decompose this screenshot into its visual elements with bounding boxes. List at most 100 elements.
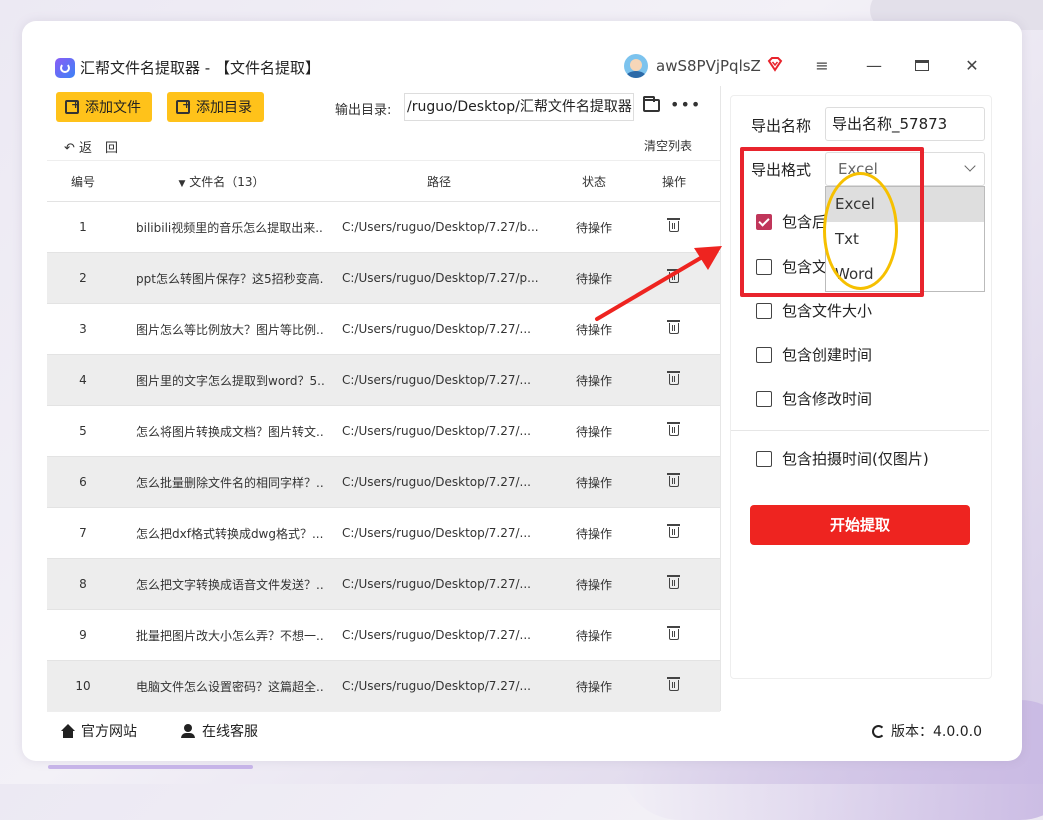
header-filename[interactable]: ▼ 文件名（13） bbox=[119, 173, 324, 190]
row-delete-cell bbox=[634, 575, 714, 591]
row-status: 待操作 bbox=[575, 679, 612, 694]
table-row[interactable]: 5 怎么将图片转换成文档？图片转文... C:/Users/ruguo/Deskto… bbox=[47, 405, 720, 456]
back-arrow-icon: ↶ bbox=[64, 141, 75, 156]
output-dir-field[interactable]: /ruguo/Desktop/汇帮文件名提取器 bbox=[404, 93, 634, 121]
row-path: C:/Users/ruguo/Desktop/7.27/... bbox=[342, 424, 531, 438]
trash-icon[interactable] bbox=[667, 524, 680, 538]
row-filename: 电脑文件怎么设置密码？这篇超全... bbox=[136, 679, 324, 694]
back-button[interactable]: ↶ 返 回 bbox=[64, 137, 118, 156]
checkbox[interactable] bbox=[756, 346, 772, 363]
row-number: 7 bbox=[79, 526, 87, 540]
output-dir-label: 输出目录: bbox=[335, 103, 392, 118]
row-status: 待操作 bbox=[575, 373, 612, 388]
minimize-button[interactable]: — bbox=[862, 54, 886, 78]
trash-icon[interactable] bbox=[667, 626, 680, 640]
row-delete-cell bbox=[634, 626, 714, 642]
row-number: 1 bbox=[79, 220, 87, 234]
add-file-icon bbox=[65, 98, 80, 114]
trash-icon[interactable] bbox=[667, 575, 680, 589]
menu-icon[interactable]: ≡ bbox=[810, 54, 834, 78]
support-label: 在线客服 bbox=[202, 724, 258, 740]
row-number: 6 bbox=[79, 475, 87, 489]
header-no[interactable]: 编号 bbox=[47, 173, 119, 190]
trash-icon[interactable] bbox=[667, 473, 680, 487]
maximize-button[interactable] bbox=[910, 54, 934, 78]
row-status: 待操作 bbox=[575, 220, 612, 235]
window-title: 汇帮文件名提取器 - 【文件名提取】 bbox=[80, 59, 320, 77]
table-row[interactable]: 4 图片里的文字怎么提取到word？5... C:/Users/ruguo/Desk… bbox=[47, 354, 720, 405]
version-info[interactable]: 版本：4.0.0.0 bbox=[872, 721, 982, 741]
avatar[interactable] bbox=[624, 54, 648, 78]
option-include-created[interactable]: 包含创建时间 bbox=[756, 344, 872, 365]
row-path: C:/Users/ruguo/Desktop/7.27/... bbox=[342, 475, 531, 489]
row-number: 3 bbox=[79, 322, 87, 336]
row-number: 10 bbox=[75, 679, 91, 693]
row-delete-cell bbox=[634, 677, 714, 693]
row-filename: ppt怎么转图片保存？这5招秒变高... bbox=[136, 271, 324, 286]
row-path: C:/Users/ruguo/Desktop/7.27/... bbox=[342, 628, 531, 642]
support-agent-icon bbox=[180, 724, 196, 738]
folder-open-icon[interactable] bbox=[643, 96, 660, 112]
table-row[interactable]: 7 怎么把dxf格式转换成dwg格式？... C:/Users/ruguo/Desk… bbox=[47, 507, 720, 558]
row-path: C:/Users/ruguo/Desktop/7.27/... bbox=[342, 373, 531, 387]
table-row[interactable]: 8 怎么把文字转换成语音文件发送？... C:/Users/ruguo/Deskto… bbox=[47, 558, 720, 609]
table-row[interactable]: 6 怎么批量删除文件名的相同字样？... C:/Users/ruguo/Deskto… bbox=[47, 456, 720, 507]
checkbox[interactable] bbox=[756, 390, 772, 407]
add-directory-button[interactable]: 添加目录 bbox=[167, 92, 264, 122]
option-include-modified[interactable]: 包含修改时间 bbox=[756, 388, 872, 409]
online-support-link[interactable]: 在线客服 bbox=[180, 721, 258, 741]
more-options-icon[interactable]: ••• bbox=[670, 95, 701, 114]
back-label: 返 回 bbox=[79, 141, 119, 156]
trash-icon[interactable] bbox=[667, 422, 680, 436]
clear-list-button[interactable]: 清空列表 bbox=[644, 137, 692, 154]
trash-icon[interactable] bbox=[667, 218, 680, 232]
vip-diamond-icon[interactable] bbox=[767, 56, 783, 72]
home-icon bbox=[60, 724, 76, 738]
add-file-label: 添加文件 bbox=[85, 100, 141, 116]
chevron-down-icon bbox=[964, 160, 976, 172]
header-filename-label: 文件名（13） bbox=[189, 174, 265, 189]
start-extract-button[interactable]: 开始提取 bbox=[750, 505, 970, 545]
row-path: C:/Users/ruguo/Desktop/7.27/... bbox=[342, 322, 531, 336]
add-file-button[interactable]: 添加文件 bbox=[56, 92, 152, 122]
row-filename: 怎么批量删除文件名的相同字样？... bbox=[136, 475, 324, 490]
row-status: 待操作 bbox=[575, 628, 612, 643]
panel-separator bbox=[731, 430, 989, 431]
option-label: 包含创建时间 bbox=[782, 346, 873, 364]
row-delete-cell bbox=[634, 473, 714, 489]
official-website-link[interactable]: 官方网站 bbox=[60, 721, 137, 741]
row-filename: 怎么把文字转换成语音文件发送？... bbox=[136, 577, 324, 592]
table-row[interactable]: 9 批量把图片改大小怎么弄？不想一... C:/Users/ruguo/Deskto… bbox=[47, 609, 720, 660]
website-label: 官方网站 bbox=[81, 724, 137, 740]
option-include-shot-time[interactable]: 包含拍摄时间(仅图片) bbox=[756, 448, 929, 469]
row-filename: 图片里的文字怎么提取到word？5... bbox=[136, 373, 324, 388]
row-number: 2 bbox=[79, 271, 87, 285]
table-row[interactable]: 10 电脑文件怎么设置密码？这篇超全... C:/Users/ruguo/Deskt… bbox=[47, 660, 720, 711]
row-number: 8 bbox=[79, 577, 87, 591]
export-name-label: 导出名称 bbox=[751, 117, 812, 135]
header-path[interactable]: 路径 bbox=[324, 173, 554, 190]
row-delete-cell bbox=[634, 422, 714, 438]
trash-icon[interactable] bbox=[667, 677, 680, 691]
row-filename: 图片怎么等比例放大？图片等比例... bbox=[136, 322, 324, 337]
close-button[interactable]: ✕ bbox=[960, 54, 984, 78]
header-status[interactable]: 状态 bbox=[554, 173, 634, 190]
username[interactable]: awS8PVjPqlsZ bbox=[656, 57, 761, 75]
row-delete-cell bbox=[634, 371, 714, 387]
row-number: 5 bbox=[79, 424, 87, 438]
header-op: 操作 bbox=[661, 174, 686, 189]
checkbox[interactable] bbox=[756, 450, 772, 467]
export-name-input[interactable]: 导出名称_57873 bbox=[825, 107, 985, 141]
sort-down-icon: ▼ bbox=[178, 178, 186, 189]
checkbox[interactable] bbox=[756, 302, 772, 319]
panel-divider bbox=[720, 86, 721, 711]
trash-icon[interactable] bbox=[667, 371, 680, 385]
row-filename: 怎么把dxf格式转换成dwg格式？... bbox=[136, 526, 324, 541]
row-status: 待操作 bbox=[575, 475, 612, 490]
row-filename: bilibili视频里的音乐怎么提取出来... bbox=[136, 220, 324, 235]
row-path: C:/Users/ruguo/Desktop/7.27/... bbox=[342, 577, 531, 591]
option-include-size[interactable]: 包含文件大小 bbox=[756, 300, 872, 321]
option-label: 包含拍摄时间(仅图片) bbox=[782, 450, 929, 468]
option-label: 包含修改时间 bbox=[782, 390, 873, 408]
row-delete-cell bbox=[634, 524, 714, 540]
